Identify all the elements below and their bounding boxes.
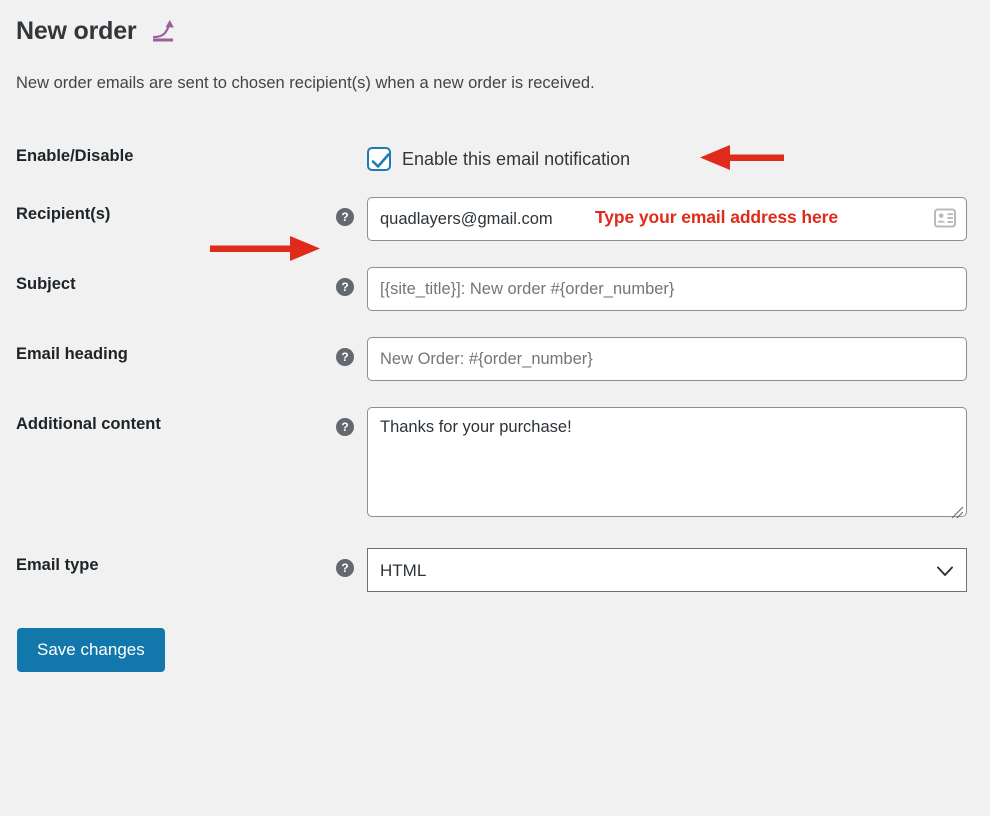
email-type-select-holder: HTML — [367, 548, 967, 593]
help-tip-subject[interactable]: ? — [336, 278, 354, 297]
row-additional-content: Additional content ? Thanks for your pur… — [16, 381, 974, 522]
label-subject: Subject — [16, 275, 76, 294]
email-settings-page: New order New order emails are sent to c… — [0, 0, 990, 816]
page-description: New order emails are sent to chosen reci… — [16, 74, 595, 92]
subject-input-holder — [367, 267, 967, 312]
additional-content-holder: Thanks for your purchase! — [367, 407, 967, 522]
field-additional-content: ? Thanks for your purchase! — [336, 407, 974, 522]
enable-email-checkbox[interactable] — [367, 147, 391, 172]
save-changes-button[interactable]: Save changes — [17, 628, 165, 673]
subject-input[interactable] — [367, 267, 967, 312]
annotation-type-email-here: Type your email address here — [595, 207, 838, 228]
label-enable-disable: Enable/Disable — [16, 147, 134, 166]
row-email-heading: Email heading ? — [16, 311, 974, 382]
label-recipients: Recipient(s) — [16, 205, 111, 224]
trending-up-icon — [150, 15, 180, 50]
enable-email-checkbox-label: Enable this email notification — [402, 148, 631, 169]
email-heading-input[interactable] — [367, 337, 967, 382]
help-tip-recipients[interactable]: ? — [336, 208, 354, 227]
help-tip-additional-content[interactable]: ? — [336, 418, 354, 437]
row-email-type: Email type ? HTML — [16, 522, 974, 593]
field-subject: ? — [336, 267, 974, 312]
row-recipients: Recipient(s) ? Type your email address h… — [16, 171, 974, 242]
field-email-type: ? HTML — [336, 548, 974, 593]
email-heading-input-holder — [367, 337, 967, 382]
additional-content-textarea[interactable]: Thanks for your purchase! — [367, 407, 967, 518]
label-email-type: Email type — [16, 556, 99, 575]
help-tip-email-type[interactable]: ? — [336, 559, 354, 578]
enable-checkbox-row[interactable]: Enable this email notification — [367, 147, 631, 172]
label-email-heading: Email heading — [16, 345, 128, 364]
settings-form-table: Enable/Disable ? Enable this email notif… — [16, 113, 974, 593]
field-recipients: ? Type your email address here — [336, 197, 974, 242]
label-additional-content: Additional content — [16, 415, 161, 434]
row-subject: Subject ? — [16, 241, 974, 312]
field-enable-disable: ? Enable this email notification — [336, 139, 974, 172]
help-tip-email-heading[interactable]: ? — [336, 348, 354, 367]
page-header: New order — [16, 0, 974, 50]
page-title: New order — [16, 16, 137, 45]
email-type-select[interactable]: HTML — [367, 548, 967, 593]
recipients-input-holder: Type your email address here — [367, 197, 967, 242]
row-enable-disable: Enable/Disable ? Enable this email notif… — [16, 113, 974, 172]
field-email-heading: ? — [336, 337, 974, 382]
